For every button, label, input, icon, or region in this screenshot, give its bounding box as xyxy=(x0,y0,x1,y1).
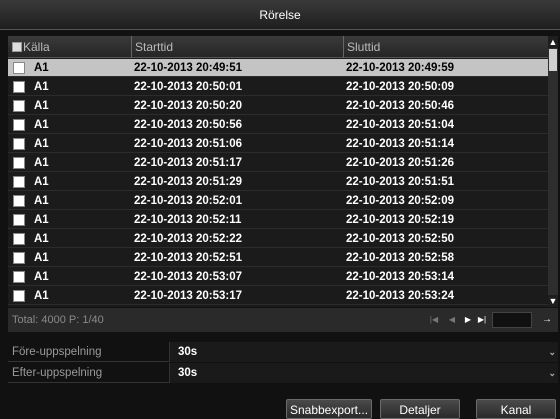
row-end-time: 22-10-2013 20:51:26 xyxy=(346,157,455,169)
table-row[interactable]: A1 22-10-2013 20:52:11 22-10-2013 20:52:19 xyxy=(8,211,548,229)
scroll-up-icon[interactable]: ▲ xyxy=(548,36,558,48)
table-row[interactable]: A1 22-10-2013 20:51:06 22-10-2013 20:51:14 xyxy=(8,135,548,153)
details-button[interactable]: Detaljer xyxy=(380,399,460,419)
row-start-time: 22-10-2013 20:52:22 xyxy=(134,233,243,245)
row-end-time: 22-10-2013 20:53:14 xyxy=(346,271,455,283)
row-checkbox[interactable] xyxy=(13,271,25,283)
next-page-icon[interactable]: ▶ xyxy=(462,314,474,326)
table-row[interactable]: A1 22-10-2013 20:50:20 22-10-2013 20:50:46 xyxy=(8,97,548,115)
row-checkbox[interactable] xyxy=(13,100,25,112)
row-end-time: 22-10-2013 20:51:04 xyxy=(346,119,455,131)
pagination-bar: Total: 4000 P: 1/40 |◀ ◀ ▶ ▶| → xyxy=(8,308,558,332)
dialog-title: Rörelse xyxy=(0,0,560,30)
row-source: A1 xyxy=(34,119,49,131)
row-start-time: 22-10-2013 20:50:01 xyxy=(134,81,243,93)
column-label-source: Källa xyxy=(23,40,50,54)
events-table: Källa Starttid Sluttid A1 22-10-2013 20:4… xyxy=(8,36,548,307)
row-end-time: 22-10-2013 20:51:51 xyxy=(346,176,455,188)
scroll-thumb[interactable] xyxy=(549,49,557,71)
row-source: A1 xyxy=(34,271,49,283)
go-arrow-icon[interactable]: → xyxy=(540,312,554,328)
row-start-time: 22-10-2013 20:53:07 xyxy=(134,271,243,283)
row-checkbox[interactable] xyxy=(13,157,25,169)
row-checkbox[interactable] xyxy=(13,233,25,245)
post-playback-label: Efter-uppspelning xyxy=(12,367,103,379)
table-header: Källa Starttid Sluttid xyxy=(8,36,548,58)
row-source: A1 xyxy=(34,100,49,112)
row-start-time: 22-10-2013 20:52:51 xyxy=(134,252,243,264)
row-source: A1 xyxy=(34,138,49,150)
post-playback-row: Efter-uppspelning 30s ⌄ xyxy=(8,363,558,383)
row-start-time: 22-10-2013 20:51:17 xyxy=(134,157,243,169)
row-start-time: 22-10-2013 20:52:01 xyxy=(134,195,243,207)
row-end-time: 22-10-2013 20:50:09 xyxy=(346,81,455,93)
row-start-time: 22-10-2013 20:52:11 xyxy=(134,214,242,226)
column-header-start-time[interactable]: Starttid xyxy=(131,36,343,58)
table-row[interactable]: A1 22-10-2013 20:52:01 22-10-2013 20:52:09 xyxy=(8,192,548,210)
row-checkbox[interactable] xyxy=(13,81,25,93)
table-row[interactable]: A1 22-10-2013 20:50:01 22-10-2013 20:50:09 xyxy=(8,78,548,96)
row-start-time: 22-10-2013 20:49:51 xyxy=(134,62,243,74)
post-playback-select[interactable]: 30s ⌄ xyxy=(169,363,558,383)
pre-playback-value: 30s xyxy=(178,346,198,358)
table-scrollbar[interactable]: ▲ ▼ xyxy=(548,36,558,307)
row-source: A1 xyxy=(34,157,49,169)
row-start-time: 22-10-2013 20:50:56 xyxy=(134,119,243,131)
row-source: A1 xyxy=(34,81,49,93)
row-end-time: 22-10-2013 20:53:24 xyxy=(346,290,455,302)
table-row[interactable]: A1 22-10-2013 20:49:51 22-10-2013 20:49:59 xyxy=(8,59,548,77)
table-row[interactable]: A1 22-10-2013 20:50:56 22-10-2013 20:51:04 xyxy=(8,116,548,134)
previous-page-icon[interactable]: ◀ xyxy=(446,314,458,326)
row-checkbox[interactable] xyxy=(13,62,25,74)
row-end-time: 22-10-2013 20:50:46 xyxy=(346,100,455,112)
motion-search-dialog: Rörelse Källa Starttid Sluttid A1 22-10-2… xyxy=(0,0,560,419)
row-checkbox[interactable] xyxy=(13,138,25,150)
table-row[interactable]: A1 22-10-2013 20:51:29 22-10-2013 20:51:51 xyxy=(8,173,548,191)
chevron-down-icon: ⌄ xyxy=(548,347,556,357)
column-header-source[interactable]: Källa xyxy=(8,36,131,58)
row-checkbox[interactable] xyxy=(13,252,25,264)
chevron-down-icon: ⌄ xyxy=(548,368,556,378)
row-checkbox[interactable] xyxy=(13,176,25,188)
row-end-time: 22-10-2013 20:49:59 xyxy=(346,62,455,74)
quick-export-button[interactable]: Snabbexport... xyxy=(286,399,372,419)
row-start-time: 22-10-2013 20:51:29 xyxy=(134,176,243,188)
row-source: A1 xyxy=(34,214,49,226)
row-source: A1 xyxy=(34,252,49,264)
pre-playback-label: Före-uppspelning xyxy=(12,346,102,358)
row-source: A1 xyxy=(34,62,49,74)
row-end-time: 22-10-2013 20:52:09 xyxy=(346,195,455,207)
row-source: A1 xyxy=(34,176,49,188)
row-end-time: 22-10-2013 20:52:58 xyxy=(346,252,455,264)
row-start-time: 22-10-2013 20:53:17 xyxy=(134,290,243,302)
table-row[interactable]: A1 22-10-2013 20:53:07 22-10-2013 20:53:14 xyxy=(8,268,548,286)
table-row[interactable]: A1 22-10-2013 20:52:22 22-10-2013 20:52:50 xyxy=(8,230,548,248)
row-checkbox[interactable] xyxy=(13,119,25,131)
column-header-end-time[interactable]: Sluttid xyxy=(343,36,548,58)
pagination-status: Total: 4000 P: 1/40 xyxy=(12,314,104,326)
row-end-time: 22-10-2013 20:52:50 xyxy=(346,233,455,245)
row-end-time: 22-10-2013 20:52:19 xyxy=(346,214,455,226)
page-number-input[interactable] xyxy=(492,312,532,328)
post-playback-value: 30s xyxy=(178,367,198,379)
row-checkbox[interactable] xyxy=(13,195,25,207)
pre-playback-select[interactable]: 30s ⌄ xyxy=(169,342,558,362)
scroll-down-icon[interactable]: ▼ xyxy=(548,295,558,307)
table-row[interactable]: A1 22-10-2013 20:52:51 22-10-2013 20:52:58 xyxy=(8,249,548,267)
row-source: A1 xyxy=(34,290,49,302)
row-source: A1 xyxy=(34,195,49,207)
row-end-time: 22-10-2013 20:51:14 xyxy=(346,138,455,150)
row-start-time: 22-10-2013 20:50:20 xyxy=(134,100,243,112)
row-source: A1 xyxy=(34,233,49,245)
row-checkbox[interactable] xyxy=(13,290,25,302)
skip-to-first-icon[interactable]: |◀ xyxy=(428,314,440,326)
table-row[interactable]: A1 22-10-2013 20:53:17 22-10-2013 20:53:24 xyxy=(8,287,548,305)
row-start-time: 22-10-2013 20:51:06 xyxy=(134,138,243,150)
row-checkbox[interactable] xyxy=(13,214,25,226)
skip-to-last-icon[interactable]: ▶| xyxy=(476,314,488,326)
table-row[interactable]: A1 22-10-2013 20:51:17 22-10-2013 20:51:26 xyxy=(8,154,548,172)
select-all-checkbox[interactable] xyxy=(12,42,22,52)
pre-playback-row: Före-uppspelning 30s ⌄ xyxy=(8,342,558,362)
channel-button[interactable]: Kanal xyxy=(476,399,556,419)
